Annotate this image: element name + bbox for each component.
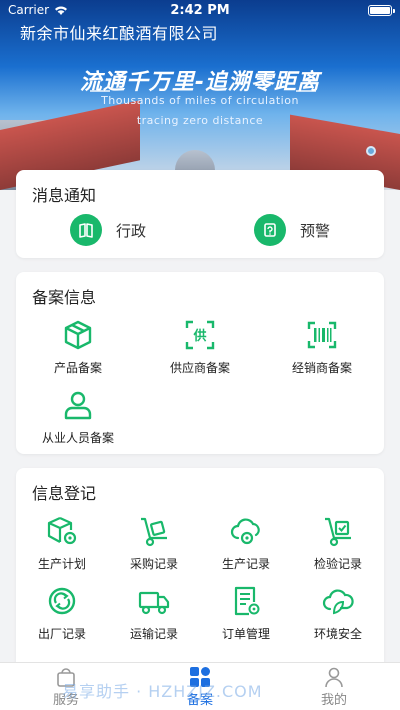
register-item-label: 生产记录 [221, 557, 270, 571]
register-item-label: 环境安全 [313, 627, 362, 641]
bag-icon [57, 668, 75, 687]
recycle-icon [48, 587, 76, 615]
tab-mine[interactable]: 我的 [294, 663, 374, 710]
register-card: 信息登记 生产计划 采购记录 生产记录 检验记录 出厂记录 运输记录 订单管理 … [16, 468, 384, 678]
filing-item-distributor[interactable]: 经销商备案 [276, 318, 368, 376]
register-item-inspection[interactable]: 检验记录 [292, 514, 384, 572]
clock: 2:42 PM [170, 2, 230, 18]
document-gear-icon [234, 586, 260, 616]
user-icon [325, 667, 343, 688]
notice-card: 消息通知 行政 预警 [16, 170, 384, 258]
filing-item-staff[interactable]: 从业人员备案 [32, 388, 124, 446]
box-icon [64, 320, 92, 350]
register-item-transport[interactable]: 运输记录 [108, 584, 200, 642]
filing-card: 备案信息 产品备案 供 供应商备案 经销商备案 从业人员备案 [16, 272, 384, 454]
register-item-production-plan[interactable]: 生产计划 [16, 514, 108, 572]
notice-item-warning[interactable]: 预警 [254, 214, 330, 246]
leaf-cloud-icon [322, 589, 354, 615]
hand-truck-check-icon [325, 517, 351, 547]
supplier-icon-glyph: 供 [192, 328, 206, 344]
cloud-gear-icon [230, 518, 260, 545]
register-item-label: 订单管理 [221, 627, 270, 641]
notice-item-label: 预警 [300, 221, 331, 240]
book-icon [70, 214, 102, 246]
register-item-orders[interactable]: 订单管理 [200, 584, 292, 642]
register-item-production[interactable]: 生产记录 [200, 514, 292, 572]
hand-truck-icon [141, 517, 167, 547]
bottom-tab-bar: 服务 备案 我的 [0, 662, 400, 710]
register-item-factory-out[interactable]: 出厂记录 [16, 584, 108, 642]
notice-item-admin[interactable]: 行政 [70, 214, 146, 246]
register-item-environment[interactable]: 环境安全 [292, 584, 384, 642]
filing-item-label: 经销商备案 [291, 361, 352, 375]
tab-label: 我的 [320, 693, 347, 708]
notice-title: 消息通知 [32, 186, 97, 205]
register-item-label: 采购记录 [129, 557, 178, 571]
supplier-icon: 供 [185, 320, 215, 350]
banner-indicator-dot [366, 146, 376, 156]
box-gear-icon [47, 516, 77, 545]
notice-item-label: 行政 [116, 221, 147, 240]
tab-label: 备案 [186, 693, 213, 708]
register-title: 信息登记 [32, 484, 97, 503]
barcode-icon [307, 321, 337, 349]
slogan-chinese: 流通千万里-追溯零距离 [79, 70, 321, 95]
tab-label: 服务 [52, 693, 79, 708]
register-item-label: 生产计划 [37, 557, 86, 571]
status-bar: Carrier 2:42 PM [0, 0, 400, 20]
tab-filing[interactable]: 备案 [160, 663, 240, 710]
filing-item-label: 产品备案 [53, 361, 102, 375]
filing-item-supplier[interactable]: 供 供应商备案 [154, 318, 246, 376]
person-icon [64, 391, 92, 420]
filing-item-product[interactable]: 产品备案 [32, 318, 124, 376]
grid-icon [190, 667, 210, 687]
register-item-label: 运输记录 [129, 627, 178, 641]
filing-title: 备案信息 [32, 288, 97, 307]
filing-item-label: 从业人员备案 [41, 431, 114, 445]
slogan-english-line-2: tracing zero distance [136, 114, 264, 127]
register-item-label: 出厂记录 [37, 627, 86, 641]
register-item-label: 检验记录 [313, 557, 362, 571]
slogan-english-line-1: Thousands of miles of circulation [101, 94, 299, 107]
warning-doc-icon [254, 214, 286, 246]
register-item-purchase[interactable]: 采购记录 [108, 514, 200, 572]
tab-service[interactable]: 服务 [26, 663, 106, 710]
header-banner: 新余市仙来红酿酒有限公司 流通千万里-追溯零距离 Thousands of mi… [0, 0, 400, 190]
company-name: 新余市仙来红酿酒有限公司 [20, 24, 219, 43]
filing-item-label: 供应商备案 [169, 361, 230, 375]
truck-icon [138, 591, 170, 615]
battery-icon [368, 4, 395, 16]
